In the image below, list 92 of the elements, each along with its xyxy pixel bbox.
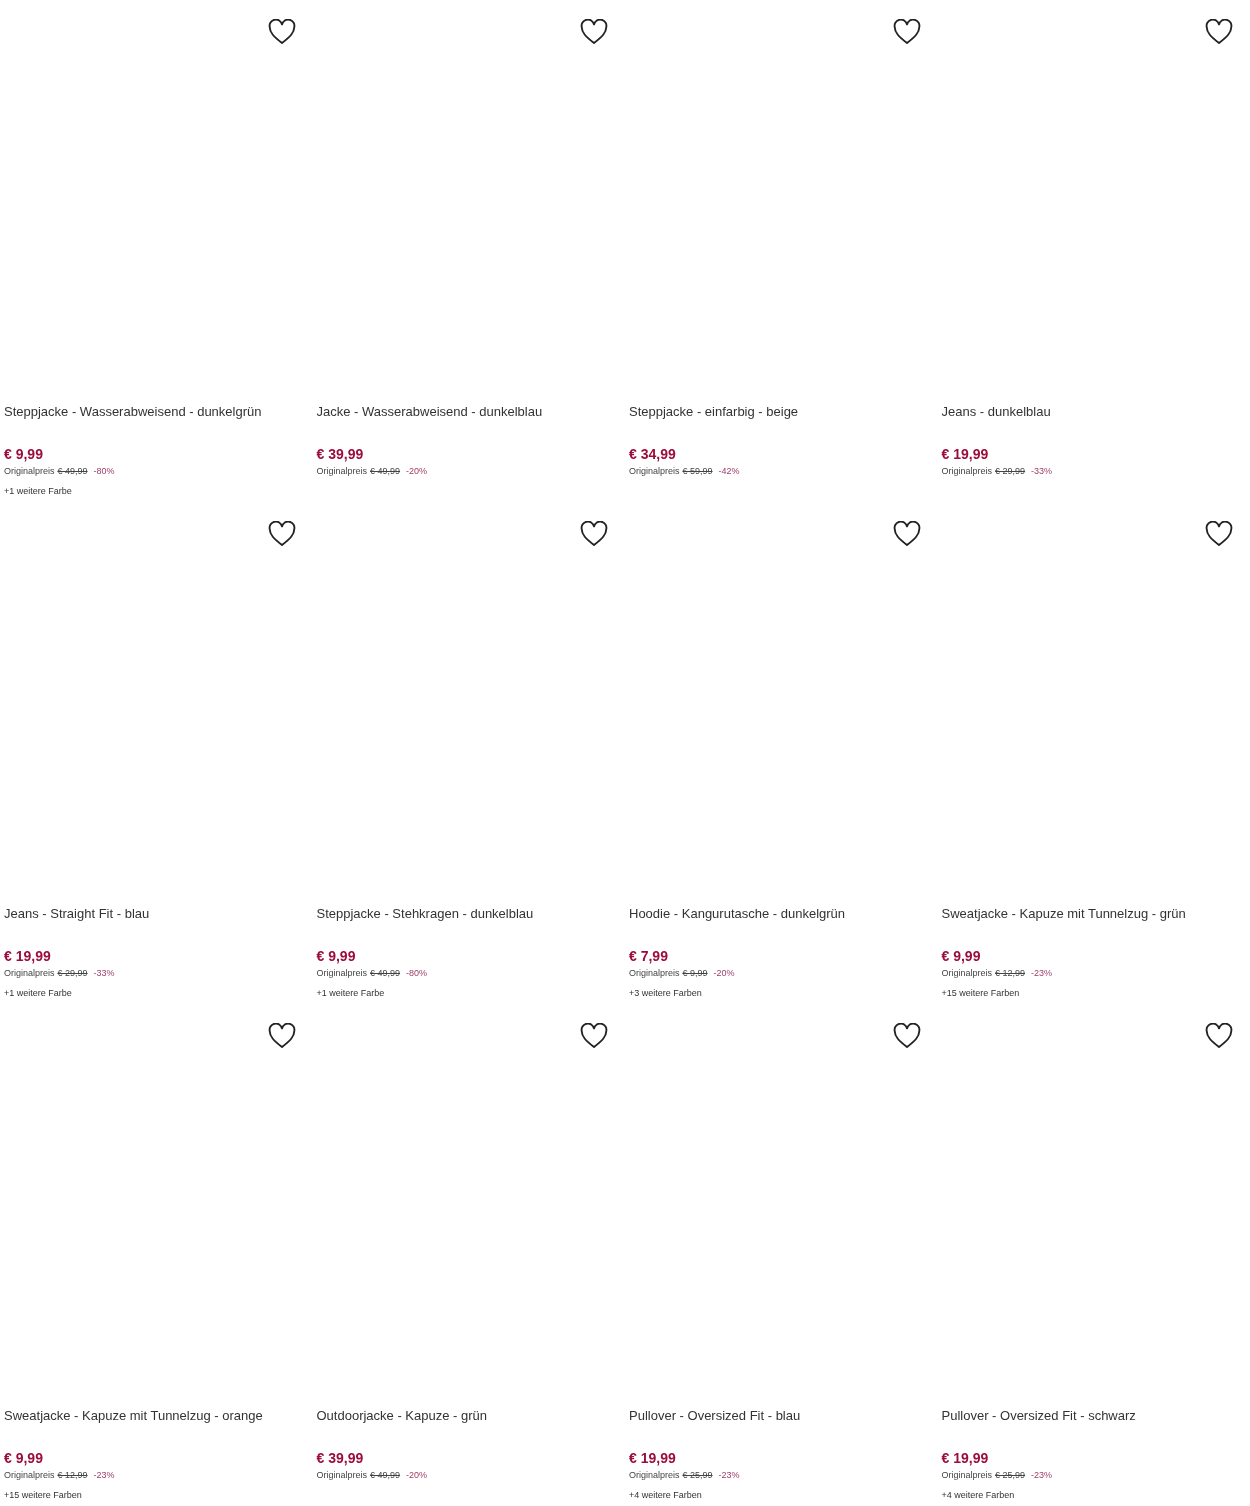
product-title[interactable]: Pullover - Oversized Fit - schwarz bbox=[941, 1407, 1246, 1425]
discount: -33% bbox=[1031, 465, 1053, 478]
heart-icon bbox=[892, 19, 921, 45]
heart-icon bbox=[580, 521, 608, 547]
discount: -20% bbox=[713, 967, 735, 980]
original-price: € 12,99 bbox=[995, 967, 1026, 980]
discount: -23% bbox=[718, 1469, 740, 1482]
sale-price: € 19,99 bbox=[941, 445, 990, 463]
original-price: € 25,99 bbox=[682, 1469, 713, 1482]
favorite-button[interactable] bbox=[266, 1022, 297, 1050]
original-price-label: Originalpreis bbox=[629, 1469, 680, 1482]
heart-icon bbox=[267, 1023, 296, 1049]
product-title[interactable]: Sweatjacke - Kapuze mit Tunnelzug - grün bbox=[941, 905, 1246, 923]
original-price: € 25,99 bbox=[995, 1469, 1026, 1482]
discount: -23% bbox=[93, 1469, 115, 1482]
discount: -33% bbox=[93, 967, 115, 980]
discount: -23% bbox=[1031, 967, 1053, 980]
heart-icon bbox=[892, 1023, 921, 1049]
original-price-label: Originalpreis bbox=[316, 465, 368, 478]
more-colors: +1 weitere Farbe bbox=[316, 987, 385, 1000]
product-title[interactable]: Jeans - Straight Fit - blau bbox=[4, 905, 309, 923]
favorite-button[interactable] bbox=[266, 18, 297, 46]
product-title[interactable]: Pullover - Oversized Fit - blau bbox=[629, 1407, 934, 1425]
more-colors: +4 weitere Farben bbox=[941, 1489, 1015, 1502]
original-price-label: Originalpreis bbox=[4, 465, 55, 478]
sale-price: € 39,99 bbox=[316, 445, 365, 463]
original-price: € 29,99 bbox=[995, 465, 1026, 478]
original-price: € 59,99 bbox=[682, 465, 713, 478]
more-colors: +15 weitere Farben bbox=[4, 1489, 82, 1502]
heart-icon bbox=[1205, 521, 1233, 547]
original-price-label: Originalpreis bbox=[4, 1469, 55, 1482]
heart-icon bbox=[267, 19, 296, 45]
original-price-label: Originalpreis bbox=[316, 1469, 368, 1482]
product-title[interactable]: Outdoorjacke - Kapuze - grün bbox=[316, 1407, 621, 1425]
sale-price: € 9,99 bbox=[941, 947, 982, 965]
favorite-button[interactable] bbox=[1204, 520, 1234, 548]
favorite-button[interactable] bbox=[579, 18, 609, 46]
original-price-label: Originalpreis bbox=[316, 967, 368, 980]
more-colors: +1 weitere Farbe bbox=[4, 485, 72, 498]
heart-icon bbox=[1205, 19, 1233, 45]
discount: -80% bbox=[93, 465, 115, 478]
product-title[interactable]: Jacke - Wasserabweisend - dunkelblau bbox=[316, 403, 621, 421]
heart-icon bbox=[267, 521, 296, 547]
heart-icon bbox=[892, 521, 921, 547]
product-title[interactable]: Sweatjacke - Kapuze mit Tunnelzug - orange bbox=[4, 1407, 309, 1425]
sale-price: € 19,99 bbox=[629, 1449, 677, 1467]
original-price-label: Originalpreis bbox=[941, 967, 993, 980]
sale-price: € 19,99 bbox=[4, 947, 52, 965]
sale-price: € 34,99 bbox=[629, 445, 677, 463]
more-colors: +15 weitere Farben bbox=[941, 987, 1020, 1000]
product-title[interactable]: Jeans - dunkelblau bbox=[941, 403, 1246, 421]
favorite-button[interactable] bbox=[579, 520, 609, 548]
discount: -20% bbox=[406, 1469, 428, 1482]
original-price-label: Originalpreis bbox=[941, 465, 993, 478]
more-colors: +3 weitere Farben bbox=[629, 987, 702, 1000]
favorite-button[interactable] bbox=[891, 1022, 922, 1050]
original-price: € 49,99 bbox=[370, 465, 401, 478]
discount: -42% bbox=[718, 465, 740, 478]
favorite-button[interactable] bbox=[1204, 18, 1234, 46]
product-title[interactable]: Hoodie - Kangurutasche - dunkelgrün bbox=[629, 905, 934, 923]
original-price-label: Originalpreis bbox=[629, 465, 680, 478]
more-colors: +1 weitere Farbe bbox=[4, 987, 72, 1000]
original-price-label: Originalpreis bbox=[4, 967, 55, 980]
heart-icon bbox=[580, 1023, 608, 1049]
discount: -20% bbox=[406, 465, 428, 478]
favorite-button[interactable] bbox=[1204, 1022, 1234, 1050]
sale-price: € 7,99 bbox=[629, 947, 669, 965]
original-price-label: Originalpreis bbox=[941, 1469, 993, 1482]
product-title[interactable]: Steppjacke - Wasserabweisend - dunkelgrün bbox=[4, 403, 309, 421]
original-price-label: Originalpreis bbox=[629, 967, 680, 980]
sale-price: € 39,99 bbox=[316, 1449, 365, 1467]
favorite-button[interactable] bbox=[891, 18, 922, 46]
heart-icon bbox=[1205, 1023, 1233, 1049]
original-price: € 9,99 bbox=[682, 967, 708, 980]
discount: -23% bbox=[1031, 1469, 1053, 1482]
sale-price: € 9,99 bbox=[4, 445, 44, 463]
original-price: € 49,99 bbox=[370, 1469, 401, 1482]
sale-price: € 9,99 bbox=[4, 1449, 44, 1467]
more-colors: +4 weitere Farben bbox=[629, 1489, 702, 1502]
original-price: € 12,99 bbox=[57, 1469, 88, 1482]
original-price: € 29,99 bbox=[57, 967, 88, 980]
original-price: € 49,99 bbox=[57, 465, 88, 478]
heart-icon bbox=[580, 19, 608, 45]
sale-price: € 19,99 bbox=[941, 1449, 990, 1467]
sale-price: € 9,99 bbox=[316, 947, 357, 965]
favorite-button[interactable] bbox=[579, 1022, 609, 1050]
discount: -80% bbox=[406, 967, 428, 980]
product-title[interactable]: Steppjacke - Stehkragen - dunkelblau bbox=[316, 905, 621, 923]
original-price: € 49,99 bbox=[370, 967, 401, 980]
product-title[interactable]: Steppjacke - einfarbig - beige bbox=[629, 403, 934, 421]
favorite-button[interactable] bbox=[891, 520, 922, 548]
favorite-button[interactable] bbox=[266, 520, 297, 548]
